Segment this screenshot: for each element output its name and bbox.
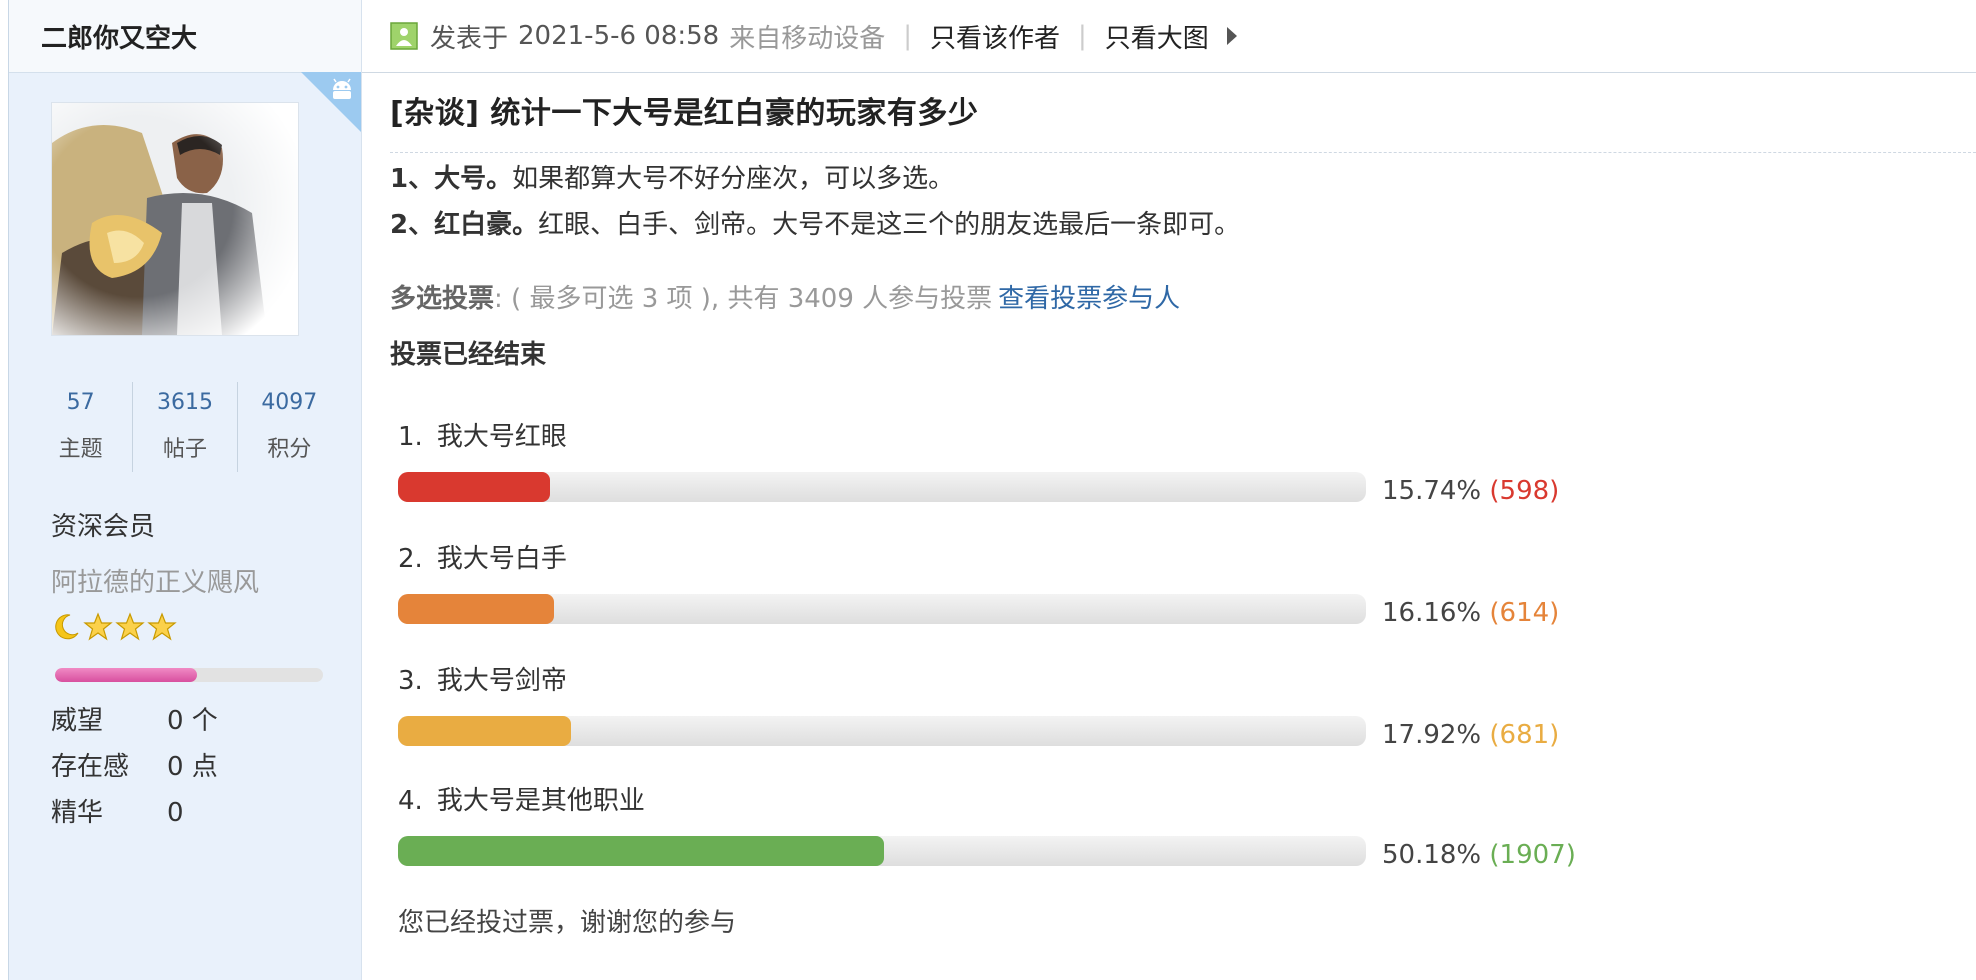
poll-option-label: 1. 我大号红眼 (398, 416, 567, 453)
only-author-link[interactable]: 只看该作者 (930, 18, 1060, 55)
stat-label: 主题 (58, 437, 103, 462)
view-voters-link[interactable]: 查看投票参与人 (998, 284, 1180, 314)
post-source: 来自移动设备 (729, 23, 886, 54)
option-percent: 16.16% (1382, 598, 1482, 628)
option-number: 3. (398, 666, 423, 696)
poll-ended: 投票已经结束 (390, 340, 547, 370)
divider: | (903, 21, 913, 51)
poll-bar-fill (398, 594, 555, 624)
post-header: 发表于 2021-5-6 08:58 来自移动设备 | 只看该作者 | 只看大图 (362, 0, 1976, 73)
info-key: 存在感 (51, 752, 130, 782)
poll-bar-track (398, 716, 1366, 746)
user-stats: 57 主题 3615 帖子 4097 积分 (29, 382, 341, 472)
poll-option-label: 3. 我大号剑帝 (398, 660, 567, 697)
level-progress-bar (55, 668, 323, 682)
moon-icon (55, 614, 79, 640)
post-main: 发表于 2021-5-6 08:58 来自移动设备 | 只看该作者 | 只看大图… (362, 0, 1976, 980)
poll-meta: 多选投票: ( 最多可选 3 项 ), 共有 3409 人参与投票 查看投票参与人 (390, 278, 1180, 315)
posted-label: 发表于 (430, 23, 509, 54)
star-icon (147, 612, 177, 641)
poll-bar-fill (398, 836, 884, 866)
divider: | (1078, 21, 1087, 51)
option-number: 4. (398, 786, 423, 816)
option-count: (614) (1489, 598, 1560, 628)
line-heading: 2、红白豪。 (390, 210, 539, 240)
voted-message: 您已经投过票，谢谢您的参与 (398, 908, 737, 938)
author-sidebar: 二郎你又空大 57 主题 3615 帖子 4097 积分 资深会员 阿拉德的正义… (8, 0, 362, 980)
poll-bar-track (398, 594, 1366, 624)
info-value: 0 点 (167, 752, 218, 782)
custom-title: 阿拉德的正义飓风 (51, 568, 260, 598)
info-prestige: 威望 0 个 (51, 700, 218, 737)
option-text: 我大号红眼 (436, 422, 567, 452)
option-count: (598) (1489, 476, 1560, 506)
avatar[interactable] (51, 102, 299, 336)
level-progress-fill (55, 668, 198, 682)
option-percent: 50.18% (1382, 840, 1482, 870)
line-text: 如果都算大号不好分座次，可以多选。 (512, 164, 955, 194)
option-number: 1. (398, 422, 423, 452)
poll-option-result: 50.18% (1907) (1382, 840, 1576, 870)
stat-value: 4097 (261, 390, 318, 415)
line-heading: 1、大号。 (390, 164, 513, 194)
stat-label: 积分 (267, 437, 312, 462)
option-percent: 17.92% (1382, 720, 1482, 750)
option-text: 我大号剑帝 (436, 666, 567, 696)
poll-option-result: 16.16% (614) (1382, 598, 1559, 628)
star-icon (115, 612, 145, 641)
stat-points[interactable]: 4097 积分 (238, 382, 341, 472)
post-body-line-1: 1、大号。如果都算大号不好分座次，可以多选。 (390, 158, 954, 195)
poll-bar-fill (398, 472, 551, 502)
poll-bar-track (398, 836, 1366, 866)
stat-value: 3615 (156, 390, 213, 415)
avatar-image (52, 103, 298, 335)
rank-stars (51, 612, 177, 642)
poll-option-result: 17.92% (681) (1382, 720, 1559, 750)
stat-value: 57 (66, 390, 95, 415)
info-value: 0 (167, 798, 184, 828)
line-text: 红眼、白手、剑帝。大号不是这三个的朋友选最后一条即可。 (538, 210, 1241, 240)
image-icon (390, 22, 418, 50)
thread-title: [杂谈] 统计一下大号是红白豪的玩家有多少 (390, 96, 979, 131)
stat-topics[interactable]: 57 主题 (29, 382, 134, 472)
info-value: 0 个 (167, 706, 218, 736)
android-icon (333, 78, 351, 99)
author-name[interactable]: 二郎你又空大 (9, 0, 361, 73)
option-count: (1907) (1489, 840, 1576, 870)
user-rank[interactable]: 资深会员 (51, 506, 155, 543)
poll-bar-track (398, 472, 1366, 502)
poll-bar-fill (398, 716, 572, 746)
poll-type: 多选投票 (390, 284, 495, 314)
option-text: 我大号白手 (436, 544, 567, 574)
post-date: 2021-5-6 08:58 (518, 21, 720, 51)
option-text: 我大号是其他职业 (436, 786, 645, 816)
poll-option-label: 4. 我大号是其他职业 (398, 780, 645, 817)
poll-meta-text: : ( 最多可选 3 项 ), 共有 3409 人参与投票 (494, 284, 993, 314)
star-icon (83, 612, 113, 641)
info-digest: 精华 0 (51, 792, 184, 829)
big-image-link[interactable]: 只看大图 (1105, 18, 1209, 55)
caret-right-icon[interactable] (1226, 27, 1237, 45)
stat-label: 帖子 (162, 437, 207, 462)
option-count: (681) (1489, 720, 1560, 750)
info-key: 精华 (51, 798, 104, 828)
poll-option-result: 15.74% (598) (1382, 476, 1559, 506)
poll-option-label: 2. 我大号白手 (398, 538, 567, 575)
option-number: 2. (398, 544, 423, 574)
stat-posts[interactable]: 3615 帖子 (133, 382, 238, 472)
option-percent: 15.74% (1382, 476, 1482, 506)
divider (390, 152, 1976, 153)
info-presence: 存在感 0 点 (51, 746, 218, 783)
post-body-line-2: 2、红白豪。红眼、白手、剑帝。大号不是这三个的朋友选最后一条即可。 (390, 204, 1240, 241)
info-key: 威望 (51, 706, 104, 736)
